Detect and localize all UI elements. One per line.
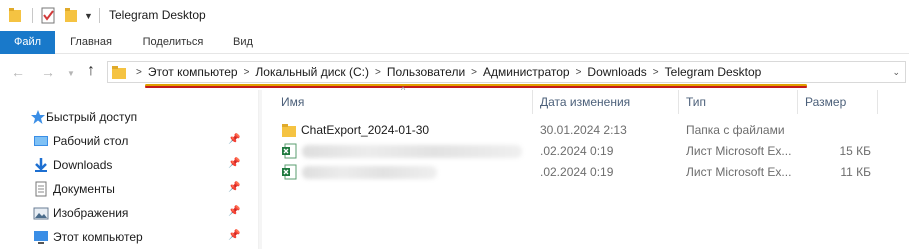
sidebar-item-documents[interactable]: Документы 📌: [0, 178, 250, 200]
ribbon-tabs: Файл Главная Поделиться Вид: [0, 31, 909, 54]
chevron-right-icon[interactable]: >: [136, 67, 142, 78]
sidebar-item-this-pc[interactable]: Этот компьютер 📌: [0, 226, 250, 248]
forward-arrow-icon[interactable]: →: [41, 64, 55, 80]
file-type: Лист Microsoft Ex...: [686, 165, 792, 179]
title-bar: ▼ Telegram Desktop: [0, 0, 909, 31]
file-date: .02.2024 0:19: [540, 144, 614, 158]
folder-icon: [282, 124, 296, 137]
chevron-right-icon[interactable]: >: [244, 67, 250, 78]
sidebar-item-pictures[interactable]: Изображения 📌: [0, 202, 250, 224]
list-item[interactable]: .02.2024 0:19 Лист Microsoft Ex... 11 КБ: [262, 162, 909, 182]
redacted-filename: [302, 145, 522, 158]
list-item[interactable]: .02.2024 0:19 Лист Microsoft Ex... 15 КБ: [262, 141, 909, 161]
chevron-right-icon[interactable]: >: [375, 67, 381, 78]
column-header-name[interactable]: Имя: [281, 95, 304, 109]
column-divider[interactable]: [877, 90, 878, 114]
pin-icon[interactable]: 📌: [228, 182, 240, 193]
divider: [99, 8, 100, 23]
breadcrumb-this-pc[interactable]: Этот компьютер: [148, 65, 238, 79]
breadcrumb-downloads[interactable]: Downloads: [587, 65, 646, 79]
chevron-right-icon[interactable]: >: [576, 67, 582, 78]
file-name: ChatExport_2024-01-30: [301, 123, 430, 137]
sidebar-item-label: Изображения: [53, 206, 129, 220]
file-size: 11 КБ: [840, 165, 871, 179]
tab-view[interactable]: Вид: [221, 31, 265, 54]
breadcrumb-administrator[interactable]: Администратор: [483, 65, 570, 79]
star-icon: [31, 110, 45, 124]
chevron-down-icon[interactable]: ⌄: [892, 67, 900, 78]
pin-icon[interactable]: 📌: [228, 158, 240, 169]
sidebar-item-label: Быстрый доступ: [46, 110, 138, 124]
sidebar-item-label: Рабочий стол: [53, 134, 129, 148]
folder-icon: [112, 66, 126, 79]
column-divider[interactable]: [678, 90, 679, 114]
sidebar-item-label: Документы: [53, 182, 115, 196]
tab-home[interactable]: Главная: [57, 31, 125, 54]
navigation-pane: Быстрый доступ Рабочий стол 📌 Downloads …: [0, 90, 259, 249]
customize-toolbar-icon[interactable]: ▼: [84, 11, 93, 21]
documents-icon: [35, 181, 47, 197]
new-folder-icon[interactable]: [64, 7, 78, 23]
sort-ascending-icon: ^: [401, 85, 406, 95]
desktop-icon: [34, 136, 48, 146]
highlight-underline: [145, 86, 807, 88]
pictures-icon: [33, 207, 49, 220]
sidebar-item-label: Downloads: [53, 158, 113, 172]
download-arrow-icon: [35, 158, 47, 172]
chevron-right-icon[interactable]: >: [653, 67, 659, 78]
file-type: Лист Microsoft Ex...: [686, 144, 792, 158]
tab-share[interactable]: Поделиться: [131, 31, 215, 54]
tab-file[interactable]: Файл: [0, 31, 55, 54]
window-title: Telegram Desktop: [109, 8, 206, 22]
column-header-size[interactable]: Размер: [805, 95, 846, 109]
list-item[interactable]: ChatExport_2024-01-30 30.01.2024 2:13 Па…: [262, 120, 909, 140]
folder-icon[interactable]: [8, 7, 22, 23]
file-type: Папка с файлами: [686, 123, 785, 137]
column-divider[interactable]: [532, 90, 533, 114]
pin-icon[interactable]: 📌: [228, 134, 240, 145]
pin-icon[interactable]: 📌: [228, 206, 240, 217]
address-bar[interactable]: > Этот компьютер > Локальный диск (C:) >…: [107, 61, 906, 83]
breadcrumb: > Этот компьютер > Локальный диск (C:) >…: [130, 62, 761, 82]
sidebar-item-desktop[interactable]: Рабочий стол 📌: [0, 130, 250, 152]
file-date: .02.2024 0:19: [540, 165, 614, 179]
properties-icon[interactable]: [41, 7, 56, 24]
column-header-type[interactable]: Тип: [686, 95, 706, 109]
column-divider[interactable]: [797, 90, 798, 114]
sidebar-item-label: Этот компьютер: [53, 230, 143, 244]
breadcrumb-local-disk[interactable]: Локальный диск (C:): [255, 65, 369, 79]
column-headers: ^ Имя Дата изменения Тип Размер: [262, 85, 909, 114]
sidebar-item-downloads[interactable]: Downloads 📌: [0, 154, 250, 176]
redacted-filename: [302, 166, 437, 179]
computer-icon: [34, 231, 48, 244]
divider: [32, 8, 33, 23]
sidebar-item-quick-access[interactable]: Быстрый доступ: [0, 106, 250, 128]
breadcrumb-telegram-desktop[interactable]: Telegram Desktop: [665, 65, 762, 79]
file-date: 30.01.2024 2:13: [540, 123, 627, 137]
column-header-date[interactable]: Дата изменения: [540, 95, 630, 109]
file-size: 15 КБ: [839, 144, 871, 158]
recent-locations-icon[interactable]: ▼: [67, 69, 75, 78]
excel-icon: [282, 143, 297, 159]
pin-icon[interactable]: 📌: [228, 230, 240, 241]
back-arrow-icon[interactable]: ←: [11, 64, 25, 80]
up-arrow-icon[interactable]: ↑: [87, 62, 95, 80]
chevron-right-icon[interactable]: >: [471, 67, 477, 78]
breadcrumb-users[interactable]: Пользователи: [387, 65, 465, 79]
excel-icon: [282, 164, 297, 180]
